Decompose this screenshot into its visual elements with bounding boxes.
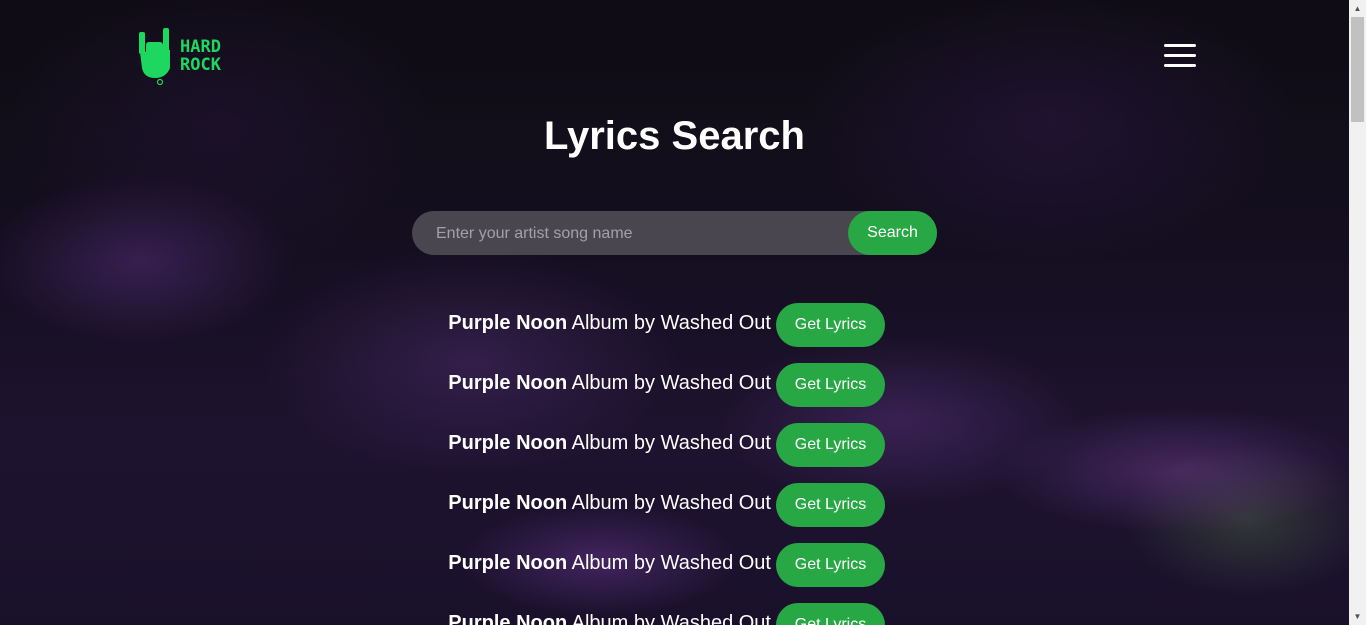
song-title: Purple Noon <box>448 372 568 394</box>
list-item: Purple Noon Album by Washed Out Get Lyri… <box>0 363 1349 407</box>
logo-text: HARD ROCK <box>180 38 221 74</box>
page-title: Lyrics Search <box>544 114 805 158</box>
page: HARD ROCK Lyrics Search Search Purple No… <box>0 0 1366 625</box>
list-item: Purple Noon Album by Washed Out Get Lyri… <box>0 423 1349 467</box>
song-title: Purple Noon <box>448 312 568 334</box>
get-lyrics-button[interactable]: Get Lyrics <box>776 603 885 625</box>
song-title: Purple Noon <box>448 552 568 574</box>
hamburger-menu-icon[interactable] <box>1164 42 1198 70</box>
album-artist: Album by Washed Out <box>567 612 771 625</box>
get-lyrics-button[interactable]: Get Lyrics <box>776 363 885 407</box>
result-text: Purple Noon Album by Washed Out <box>448 612 771 625</box>
result-text: Purple Noon Album by Washed Out <box>448 432 771 455</box>
song-title: Purple Noon <box>448 432 568 454</box>
result-text: Purple Noon Album by Washed Out <box>448 312 771 335</box>
list-item: Purple Noon Album by Washed Out Get Lyri… <box>0 603 1349 625</box>
rock-hand-icon <box>139 28 170 86</box>
album-artist: Album by Washed Out <box>567 312 771 334</box>
get-lyrics-button[interactable]: Get Lyrics <box>776 303 885 347</box>
logo-line-2: ROCK <box>180 55 221 75</box>
search-bar: Search <box>412 211 937 257</box>
song-title: Purple Noon <box>448 492 568 514</box>
logo[interactable]: HARD ROCK <box>136 26 221 86</box>
get-lyrics-button[interactable]: Get Lyrics <box>776 543 885 587</box>
album-artist: Album by Washed Out <box>567 432 771 454</box>
scrollbar-thumb[interactable] <box>1351 17 1364 122</box>
album-artist: Album by Washed Out <box>567 552 771 574</box>
result-text: Purple Noon Album by Washed Out <box>448 372 771 395</box>
result-text: Purple Noon Album by Washed Out <box>448 492 771 515</box>
list-item: Purple Noon Album by Washed Out Get Lyri… <box>0 303 1349 347</box>
album-artist: Album by Washed Out <box>567 492 771 514</box>
list-item: Purple Noon Album by Washed Out Get Lyri… <box>0 483 1349 527</box>
list-item: Purple Noon Album by Washed Out Get Lyri… <box>0 543 1349 587</box>
scroll-down-arrow-icon[interactable]: ▼ <box>1349 608 1366 625</box>
search-button[interactable]: Search <box>848 211 937 255</box>
vertical-scrollbar[interactable]: ▲ ▼ <box>1349 0 1366 625</box>
get-lyrics-button[interactable]: Get Lyrics <box>776 483 885 527</box>
get-lyrics-button[interactable]: Get Lyrics <box>776 423 885 467</box>
album-artist: Album by Washed Out <box>567 372 771 394</box>
logo-line-1: HARD <box>180 37 221 57</box>
result-text: Purple Noon Album by Washed Out <box>448 552 771 575</box>
search-input[interactable] <box>434 211 848 257</box>
song-title: Purple Noon <box>448 612 568 625</box>
scroll-up-arrow-icon[interactable]: ▲ <box>1349 0 1366 17</box>
